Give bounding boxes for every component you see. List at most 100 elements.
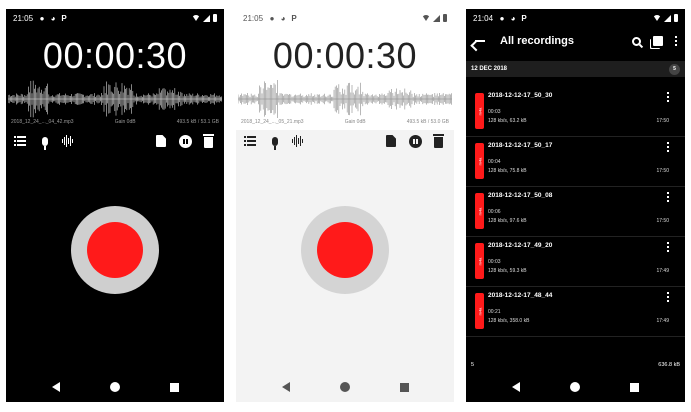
format-label: m4a (477, 157, 482, 165)
nav-recents-icon[interactable] (399, 382, 409, 392)
more-options-icon[interactable] (667, 292, 669, 302)
recordings-list: m4a 2018-12-12-17_50_30 00:03 128 kb/s, 63.… (466, 87, 685, 337)
recording-name: 2018-12-12-17_48_44 (488, 292, 553, 299)
circle-icon: ◕ (510, 13, 516, 23)
nav-recents-icon[interactable] (169, 382, 179, 392)
recording-name: 2018-12-12-17_49_20 (488, 242, 553, 249)
mic-button[interactable] (267, 133, 283, 150)
footer-total-size: 636.8 kB (658, 362, 680, 368)
recording-meta: 2018_12_24_..._05_21.mp3 Gain 0dB 493.5 … (241, 119, 449, 127)
delete-button[interactable] (430, 133, 446, 149)
recording-name: 2018-12-12-17_50_08 (488, 192, 553, 199)
record-button[interactable] (301, 206, 389, 294)
list-icon (14, 136, 26, 146)
record-button[interactable] (71, 206, 159, 294)
recorder-screen-dark: 21:05 ● ◕ P 00:00:30 2018_12_24_..._04_4… (6, 9, 224, 402)
waveform (8, 80, 222, 118)
recording-duration: 00:03 (488, 259, 501, 265)
wifi-icon (192, 15, 200, 21)
pause-button[interactable] (177, 133, 193, 149)
status-bar: 21:05 ● ◕ P (6, 9, 224, 27)
record-indicator (317, 222, 373, 278)
recordings-list-screen: 21:04 ● ◕ P All recordings 12 DEC 2018 5… (466, 9, 685, 402)
format-badge: m4a (475, 193, 484, 229)
status-time: 21:04 (473, 13, 494, 23)
list-button[interactable] (242, 133, 258, 149)
pause-icon (408, 134, 422, 148)
recording-row[interactable]: m4a 2018-12-12-17_50_08 00:06 128 kb/s, 97.… (466, 187, 685, 237)
format-badge: m4a (475, 93, 484, 129)
wifi-icon (422, 15, 430, 21)
mic-button[interactable] (37, 133, 53, 150)
app-bar: All recordings (466, 27, 685, 55)
circle-icon: ● (39, 13, 45, 23)
more-options-icon[interactable] (667, 242, 669, 252)
nav-home-icon[interactable] (570, 382, 580, 392)
select-all-icon[interactable] (653, 36, 663, 46)
waveform (238, 80, 452, 118)
nav-bar (466, 372, 685, 402)
list-button[interactable] (12, 133, 28, 149)
format-badge: m4a (475, 293, 484, 329)
recording-row[interactable]: m4a 2018-12-12-17_48_44 00:21 128 kb/s, 358… (466, 287, 685, 337)
pause-button[interactable] (407, 133, 423, 149)
more-options-icon[interactable] (667, 92, 669, 102)
more-options-icon[interactable] (675, 36, 677, 46)
recording-row[interactable]: m4a 2018-12-12-17_49_20 00:03 128 kb/s, 59.… (466, 237, 685, 287)
recording-info: 128 kb/s, 75.8 kB (488, 168, 527, 174)
recorder-toolbar (6, 133, 224, 153)
signal-icon (203, 14, 210, 22)
recording-info: 128 kb/s, 358.0 kB (488, 318, 530, 324)
elapsed-timer: 00:00:30 (272, 35, 418, 76)
recording-row[interactable]: m4a 2018-12-12-17_50_30 00:03 128 kb/s, 63.… (466, 87, 685, 137)
search-icon[interactable] (632, 36, 641, 46)
section-count-badge: 5 (669, 63, 680, 75)
signal-icon (433, 14, 440, 22)
mic-icon (42, 136, 48, 150)
nav-bar (6, 372, 224, 402)
signal-icon (664, 14, 671, 22)
p-icon: P (61, 13, 67, 23)
add-file-icon (156, 135, 166, 147)
nav-bar (236, 372, 454, 402)
waveform-button[interactable] (290, 133, 306, 149)
recorder-toolbar (236, 133, 454, 153)
section-date: 12 DEC 2018 (471, 66, 508, 72)
wifi-icon (653, 15, 661, 21)
date-section-header: 12 DEC 2018 5 (466, 61, 685, 77)
add-file-button[interactable] (383, 133, 399, 149)
add-file-button[interactable] (153, 133, 169, 149)
recording-row[interactable]: m4a 2018-12-12-17_50_17 00:04 128 kb/s, 75.… (466, 137, 685, 187)
p-icon: P (291, 13, 297, 23)
p-icon: P (521, 13, 527, 23)
mic-icon (272, 136, 278, 150)
waveform-icon (62, 135, 74, 147)
back-arrow-icon[interactable] (474, 35, 486, 47)
nav-back-icon[interactable] (512, 382, 520, 392)
nav-recents-icon[interactable] (630, 382, 639, 392)
format-badge: m4a (475, 143, 484, 179)
recording-info: 128 kb/s, 59.3 kB (488, 268, 527, 274)
circle-icon: ◕ (50, 13, 56, 23)
recorder-screen-light: 21:05 ● ◕ P 00:00:30 2018_12_24_..._05_2… (236, 9, 454, 402)
delete-button[interactable] (200, 133, 216, 149)
circle-icon: ◕ (280, 13, 286, 23)
recording-name: 2018-12-12-17_50_17 (488, 142, 553, 149)
waveform-button[interactable] (60, 133, 76, 149)
recording-duration: 00:04 (488, 159, 501, 165)
record-indicator (87, 222, 143, 278)
recording-info: 128 kb/s, 97.6 kB (488, 218, 527, 224)
nav-home-icon[interactable] (109, 382, 120, 392)
recording-duration: 00:21 (488, 309, 501, 315)
nav-back-icon[interactable] (281, 382, 290, 392)
gain-label: Gain 0dB (114, 119, 136, 125)
more-options-icon[interactable] (667, 192, 669, 202)
nav-back-icon[interactable] (51, 382, 60, 392)
file-name: 2018_12_24_..._05_21.mp3 (241, 119, 304, 125)
status-bar: 21:04 ● ◕ P (466, 9, 685, 27)
trash-icon (202, 133, 214, 148)
nav-home-icon[interactable] (339, 382, 350, 392)
battery-icon (213, 14, 217, 22)
more-options-icon[interactable] (667, 142, 669, 152)
waveform-icon (292, 135, 304, 147)
